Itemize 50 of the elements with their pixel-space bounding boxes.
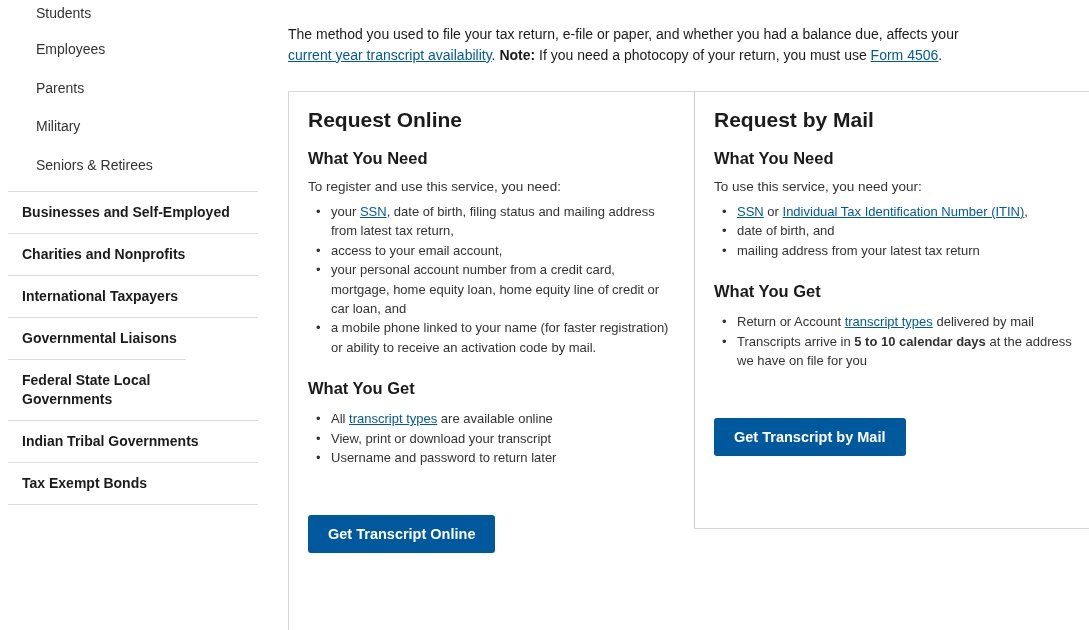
bullet: • (722, 332, 728, 351)
lead-text: To register and use this service, you need: (308, 179, 562, 194)
sidebar-subitem[interactable]: Seniors & Retirees (8, 152, 258, 191)
sidebar-item[interactable]: International Taxpayers (8, 274, 258, 317)
list-item: All transcript types are available online (331, 410, 554, 429)
text-link[interactable]: current year transcript availability (288, 46, 492, 63)
sidebar-subitem[interactable]: Employees (8, 36, 258, 75)
get-transcript-button[interactable]: Get Transcript Online (308, 515, 496, 554)
bullet: • (316, 449, 322, 468)
bullet: • (722, 241, 728, 260)
text-link[interactable]: transcript types (844, 314, 933, 330)
sidebar-subitem[interactable]: Parents (8, 74, 258, 114)
sidebar-item[interactable]: Businesses and Self-Employed (8, 190, 258, 233)
section-heading: What You Need (714, 149, 835, 168)
bullet: • (722, 313, 728, 332)
intro-paragraph: The method you used to file your tax return, e-file or paper, and whether you had a balance due, affects your current year transcript availability. Note: If you need a photocopy of your return, you must use Form 4506. (288, 25, 960, 65)
text-link[interactable]: SSN (359, 204, 387, 219)
bullet: • (316, 319, 322, 338)
section-heading: What You Need (308, 149, 429, 168)
text-link[interactable]: transcript types (349, 411, 438, 427)
sidebar-item[interactable]: Federal State Local Governments (8, 358, 186, 420)
card-title: Request by Mail (714, 108, 875, 132)
bullet: • (316, 241, 322, 260)
sidebar-item[interactable]: Indian Tribal Governments (8, 419, 258, 462)
bullet: • (316, 410, 322, 429)
list-item: access to your email account, (331, 241, 504, 260)
bullet: • (722, 203, 728, 221)
bullet: • (722, 222, 728, 241)
list-item: Transcripts arrive in 5 to 10 calendar days at the address we have on file for you (737, 332, 1073, 371)
sidebar-item[interactable]: Tax Exempt Bonds (8, 461, 258, 505)
card-title: Request Online (308, 108, 464, 132)
sidebar-subitem[interactable]: Students (8, 4, 258, 36)
list-item: mailing address from your latest tax return (737, 241, 981, 260)
list-item: date of birth, and (737, 222, 836, 241)
lead-text: To use this service, you need your: (714, 179, 923, 194)
list-item: Username and password to return later (331, 449, 558, 468)
sidebar-subitem[interactable]: Military (8, 113, 258, 153)
get-transcript-button[interactable]: Get Transcript by Mail (714, 418, 906, 457)
section-heading: What You Get (308, 379, 416, 399)
list-item: Return or Account transcript types delivered by mail (737, 313, 1035, 332)
list-item: View, print or download your transcript (331, 429, 553, 448)
section-heading: What You Get (714, 282, 822, 302)
sidebar-item[interactable]: Governmental Liaisons (8, 316, 258, 359)
sidebar-item[interactable]: Charities and Nonprofits (8, 232, 258, 275)
list-item: SSN or Individual Tax Identification Number (ITIN), (737, 203, 1029, 221)
text-link[interactable]: SSN (737, 204, 764, 219)
list-item: a mobile phone linked to your name (for faster registration) or ability to receive an activation code by mail. (331, 319, 670, 357)
bullet: • (316, 261, 322, 280)
bullet: • (316, 203, 322, 221)
bullet: • (316, 429, 322, 448)
